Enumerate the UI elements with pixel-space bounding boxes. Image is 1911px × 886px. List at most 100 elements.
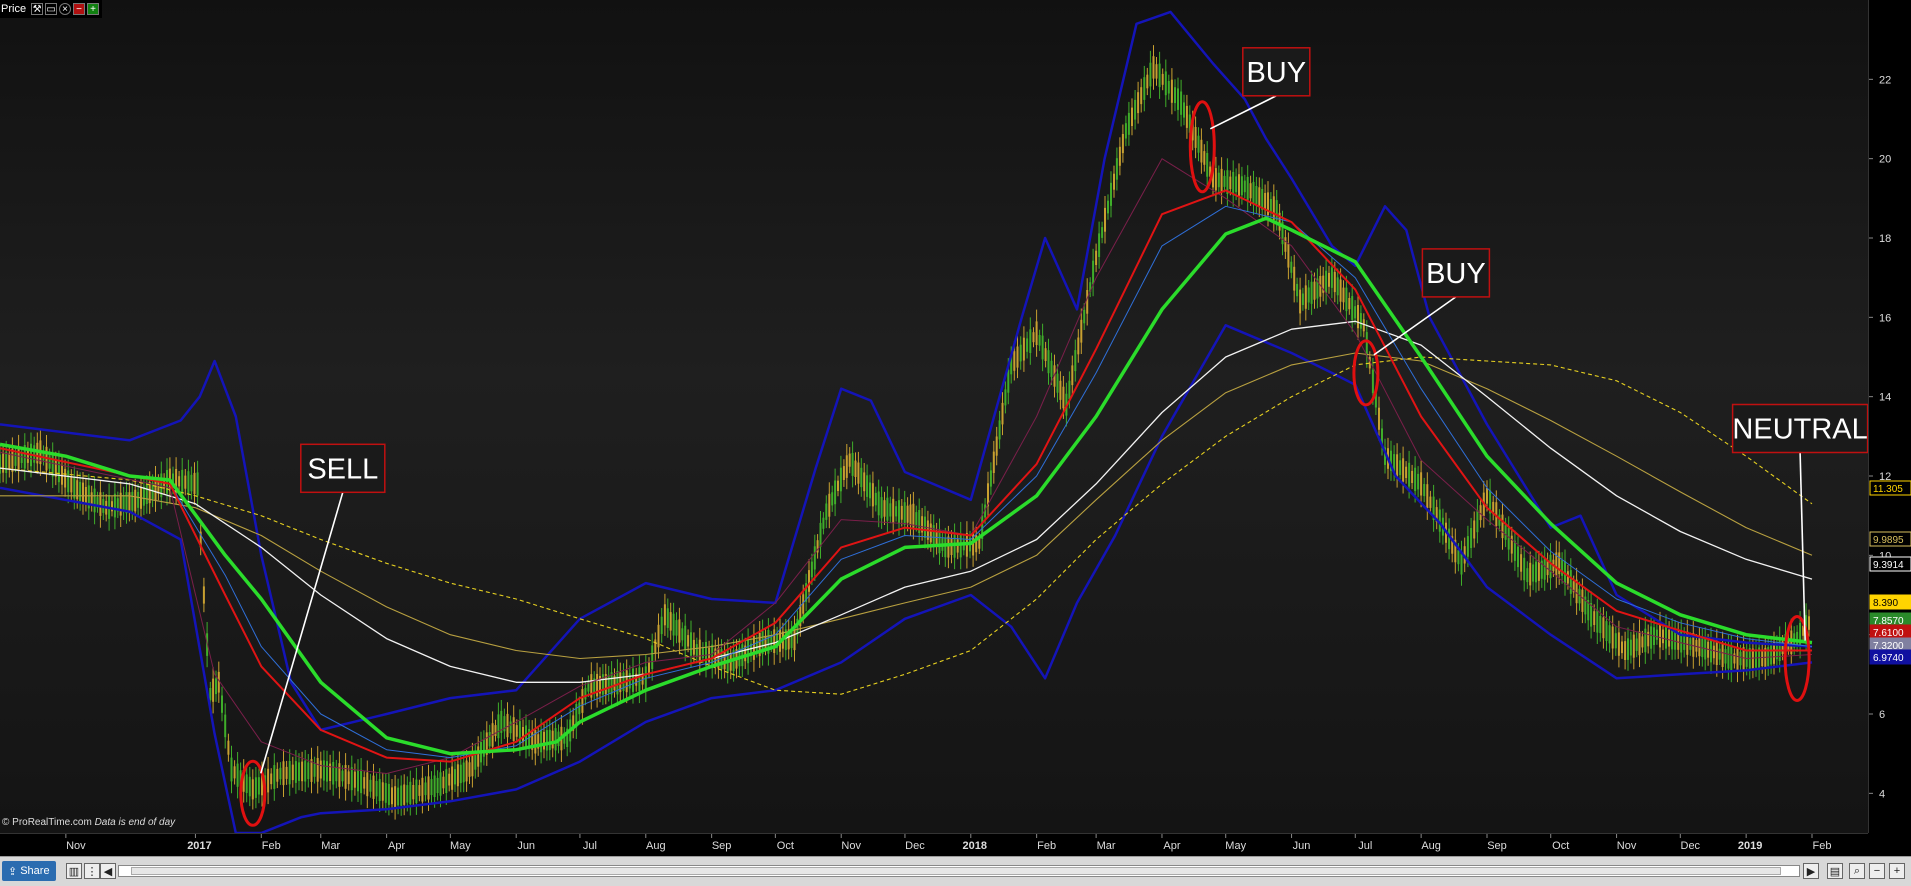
- candle-body: [1143, 77, 1146, 100]
- candle-body: [1131, 107, 1133, 126]
- candle-body: [548, 729, 551, 751]
- candle-body: [1354, 306, 1357, 319]
- candle-body: [1365, 332, 1368, 356]
- zoom-out-icon[interactable]: −: [1869, 863, 1885, 879]
- credit-source: © ProRealTime.com: [2, 817, 92, 828]
- candle-body: [322, 760, 325, 781]
- candle-body: [273, 765, 276, 789]
- share-button[interactable]: ⇪ Share: [2, 861, 56, 881]
- x-tick-label: 2019: [1738, 840, 1762, 852]
- candle-body: [279, 767, 282, 780]
- candle-body: [825, 503, 828, 520]
- candle-body: [313, 763, 316, 777]
- candle-body: [1405, 466, 1408, 478]
- candle-body: [687, 635, 690, 647]
- wrench-icon[interactable]: ⚒: [31, 3, 44, 15]
- price-tag-label: 9.3914: [1873, 560, 1904, 571]
- candle-body: [326, 761, 328, 782]
- chart-settings-icon[interactable]: ▤: [1827, 863, 1843, 879]
- candle-body: [363, 777, 366, 789]
- candle-body: [1074, 350, 1077, 372]
- candle-body: [711, 644, 714, 668]
- candle-body: [421, 777, 424, 802]
- candle-body: [1501, 514, 1504, 539]
- candle-body: [1110, 182, 1112, 206]
- candle-body: [1457, 550, 1460, 565]
- share-label: Share: [20, 865, 50, 877]
- candle-body: [178, 476, 181, 487]
- candle-body: [522, 727, 524, 743]
- candle-body: [145, 484, 148, 504]
- x-tick-label: Feb: [262, 840, 281, 852]
- scroll-left-icon[interactable]: ◀: [100, 863, 116, 879]
- signal-label: BUY: [1426, 258, 1486, 290]
- candle-body: [468, 762, 471, 777]
- y-tick-label: 18: [1879, 233, 1891, 245]
- candle-body: [581, 689, 584, 713]
- scrollbar-thumb[interactable]: [131, 867, 1781, 875]
- candle-body: [1638, 631, 1641, 656]
- candle-body: [770, 636, 773, 647]
- candle-body: [1299, 289, 1302, 314]
- candle-body: [90, 492, 93, 506]
- candle-body: [471, 754, 474, 777]
- candle-body: [316, 758, 319, 782]
- candle-body: [1149, 62, 1152, 87]
- y-tick-label: 6: [1879, 709, 1885, 721]
- candle-body: [909, 504, 912, 526]
- candle-body: [854, 460, 857, 477]
- scroll-right-icon[interactable]: ▶: [1803, 863, 1819, 879]
- close-icon[interactable]: ×: [59, 3, 72, 15]
- time-scrollbar[interactable]: [118, 865, 1800, 877]
- window-icon[interactable]: ▭: [45, 3, 58, 15]
- candle-body: [543, 731, 545, 750]
- candle-body: [193, 472, 196, 495]
- candle-body: [1689, 638, 1692, 650]
- candle-body: [366, 772, 369, 797]
- candle-body: [488, 732, 491, 747]
- candle-body: [418, 785, 421, 796]
- remove-icon[interactable]: −: [73, 3, 86, 15]
- indicator-icon[interactable]: ⋮: [84, 863, 100, 879]
- candle-body: [454, 769, 456, 785]
- candle-body: [187, 471, 190, 495]
- candle-body: [1330, 267, 1333, 288]
- price-axis-labels: 4681012141618202211.3059.98959.39148.390…: [1869, 74, 1911, 800]
- candle-body: [335, 767, 338, 782]
- candle-body: [64, 468, 67, 488]
- candle-body: [369, 779, 372, 792]
- candle-body: [270, 773, 273, 785]
- candle-body: [427, 776, 430, 800]
- candle-body: [681, 628, 684, 641]
- candle-body: [394, 786, 397, 809]
- candle-body: [1712, 645, 1715, 659]
- candle-body: [1727, 646, 1730, 669]
- signal-leader: [1799, 452, 1806, 641]
- candle-body: [415, 779, 418, 804]
- chart-type-icon[interactable]: ▥: [66, 863, 82, 879]
- candle-body: [1695, 639, 1698, 652]
- zoom-in-icon[interactable]: +: [1889, 863, 1905, 879]
- price-tag-label: 9.9895: [1873, 535, 1904, 546]
- zoom-box-icon[interactable]: ⌕: [1849, 863, 1865, 879]
- time-axis-labels: Nov 2017 Feb Mar Apr May Jun Jul Aug Sep Oct Nov Dec…: [65, 834, 1831, 852]
- candle-body: [1026, 338, 1029, 352]
- candle-body: [84, 487, 87, 504]
- price-tag-label: 8.390: [1873, 598, 1898, 609]
- add-icon[interactable]: +: [87, 3, 100, 15]
- candle-body: [82, 482, 84, 504]
- candle-body: [1038, 335, 1041, 346]
- candle-body: [1342, 287, 1345, 303]
- candle-body: [1629, 639, 1632, 656]
- candle-body: [1180, 91, 1183, 115]
- candle-body: [773, 629, 776, 653]
- candle-body: [1307, 287, 1310, 303]
- x-tick-label: Jul: [1358, 840, 1372, 852]
- candle-body: [810, 561, 813, 578]
- candle-body: [992, 451, 995, 473]
- candle-body: [898, 500, 900, 524]
- chart-plot-area[interactable]: SELL BUY BUY NEUTRAL: [0, 0, 1868, 833]
- candle-body: [248, 776, 251, 797]
- candle-body: [257, 777, 260, 795]
- candle-body: [1174, 87, 1176, 104]
